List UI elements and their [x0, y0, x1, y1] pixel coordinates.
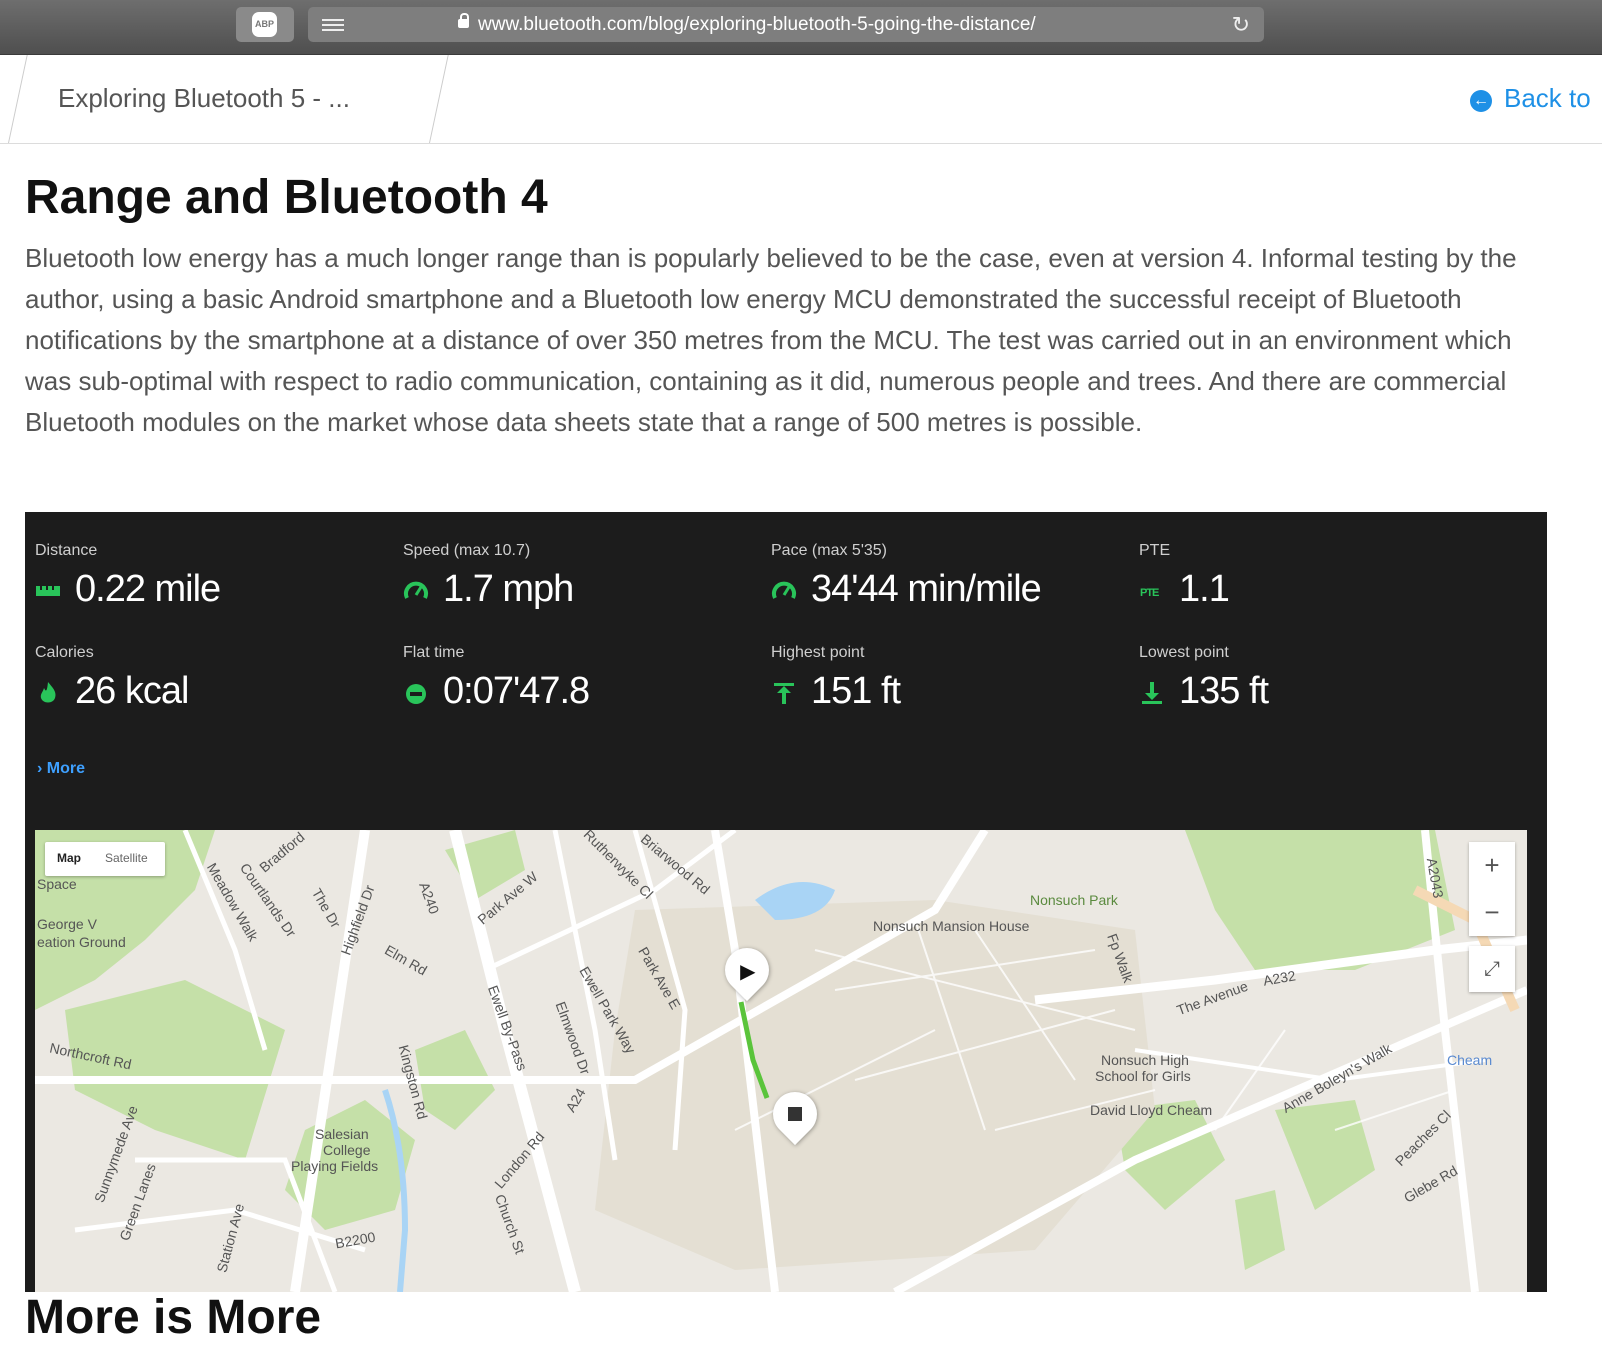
pace-icon	[771, 568, 811, 610]
reload-icon[interactable]: ↻	[1232, 12, 1250, 38]
adblock-button[interactable]: ABP	[236, 7, 294, 42]
back-label: Back to	[1504, 83, 1591, 113]
more-label: More	[46, 760, 86, 777]
page-tab-row: Exploring Bluetooth 5 - ... ← Back to	[0, 55, 1602, 144]
more-link[interactable]: › More	[37, 760, 85, 778]
reader-view-icon[interactable]	[322, 16, 344, 34]
browser-toolbar: ABP www.bluetooth.com/blog/exploring-blu…	[0, 0, 1602, 55]
zoom-control: + −	[1469, 842, 1515, 936]
map-label: College	[323, 1142, 371, 1158]
zoom-in-button[interactable]: +	[1469, 842, 1515, 889]
stat-label: Pace (max 5'35)	[771, 542, 887, 559]
workout-summary-image: Distance 0.22 mile Speed (max 10.7) 1.7 mph…	[25, 512, 1547, 1292]
svg-text:PTE: PTE	[1140, 587, 1159, 599]
stat-value: 1.7 mph	[403, 568, 763, 611]
next-section-heading: More is More	[25, 1291, 322, 1344]
map-label: David Lloyd Cheam	[1090, 1102, 1213, 1118]
stat-pte: PTE PTE 1.1	[1139, 542, 1499, 611]
stat-value-text: 151 ft	[811, 670, 901, 712]
stat-value-text: 135 ft	[1179, 670, 1269, 712]
stat-value: 0.22 mile	[35, 568, 395, 611]
stat-value: 26 kcal	[35, 670, 395, 713]
stat-value-text: 0:07'47.8	[443, 670, 590, 712]
stat-calories: Calories 26 kcal	[35, 644, 395, 713]
lock-icon	[458, 13, 469, 28]
distance-icon	[35, 568, 75, 610]
map-label: eation Ground	[37, 934, 126, 950]
map-label: Salesian	[315, 1126, 369, 1142]
flat-time-icon	[403, 670, 443, 712]
stat-value: PTE 1.1	[1139, 568, 1499, 611]
map-label: Cheam	[1447, 1052, 1493, 1068]
stat-highest: Highest point 151 ft	[771, 644, 1131, 713]
stat-value-text: 26 kcal	[75, 670, 189, 712]
stat-label: Highest point	[771, 644, 865, 661]
stop-icon	[788, 1107, 802, 1121]
stat-value-text: 34'44 min/mile	[811, 568, 1042, 610]
stat-label: Lowest point	[1139, 644, 1229, 661]
stat-value: 34'44 min/mile	[771, 568, 1131, 611]
adblock-icon: ABP	[252, 12, 277, 37]
map-type-map[interactable]: Map	[57, 851, 81, 865]
map-label: Nonsuch High	[1101, 1052, 1189, 1068]
stat-distance: Distance 0.22 mile	[35, 542, 395, 611]
stat-label: PTE	[1139, 542, 1171, 559]
map-label: Nonsuch Park	[1030, 892, 1118, 908]
stat-value-text: 1.1	[1179, 568, 1230, 610]
stat-value: 151 ft	[771, 670, 1131, 713]
stat-label: Flat time	[403, 644, 465, 661]
stat-label: Calories	[35, 644, 94, 661]
stat-value: 135 ft	[1139, 670, 1499, 713]
stat-flat: Flat time 0:07'47.8	[403, 644, 763, 713]
map-label: Nonsuch Mansion House	[873, 918, 1030, 934]
stat-value-text: 0.22 mile	[75, 568, 221, 610]
flame-icon	[35, 670, 75, 712]
address-bar[interactable]: www.bluetooth.com/blog/exploring-bluetoo…	[308, 7, 1264, 42]
pte-icon: PTE	[1139, 568, 1179, 610]
stat-lowest: Lowest point 135 ft	[1139, 644, 1499, 713]
section-heading: Range and Bluetooth 4	[25, 171, 548, 224]
map-type-satellite[interactable]: Satellite	[105, 851, 148, 865]
stat-value-text: 1.7 mph	[443, 568, 574, 610]
stat-value: 0:07'47.8	[403, 670, 763, 713]
map-label: Space	[37, 876, 77, 892]
stat-pace: Pace (max 5'35) 34'44 min/mile	[771, 542, 1131, 611]
stat-label: Distance	[35, 542, 98, 559]
stat-speed: Speed (max 10.7) 1.7 mph	[403, 542, 763, 611]
back-link[interactable]: ← Back to	[1470, 83, 1591, 114]
map-type-control: Map Satellite	[45, 842, 165, 876]
map-label: School for Girls	[1095, 1068, 1191, 1084]
zoom-out-button[interactable]: −	[1469, 889, 1515, 936]
tab-title[interactable]: Exploring Bluetooth 5 - ...	[58, 83, 350, 114]
fullscreen-icon[interactable]: ⤢	[1469, 946, 1515, 992]
speed-icon	[403, 568, 443, 610]
url-text[interactable]: www.bluetooth.com/blog/exploring-bluetoo…	[478, 14, 1036, 36]
back-arrow-icon: ←	[1470, 90, 1492, 112]
play-icon: ▶	[740, 960, 756, 983]
map-label: George V	[37, 916, 97, 932]
lowest-point-icon	[1139, 670, 1179, 712]
article-paragraph: Bluetooth low energy has a much longer r…	[25, 243, 1517, 437]
route-map[interactable]: Map Satellite + − ⤢ Nonsuch Park Nonsuch …	[35, 830, 1527, 1292]
stat-label: Speed (max 10.7)	[403, 542, 531, 559]
highest-point-icon	[771, 670, 811, 712]
map-label: Playing Fields	[291, 1158, 379, 1174]
